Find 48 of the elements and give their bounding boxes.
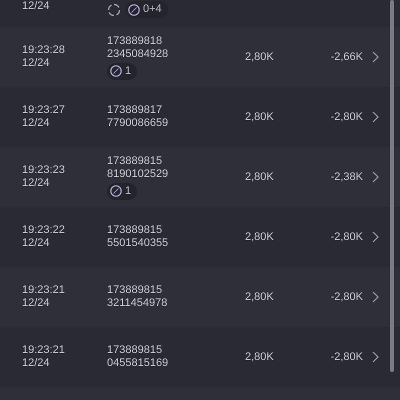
amount-text: 2,80K (245, 230, 275, 245)
order-id-text: 5501540355 (107, 237, 168, 250)
order-id-text: 173889815 (107, 224, 162, 237)
time-text: 19:23:21 (22, 344, 66, 357)
amount-text: 2,80K (245, 170, 275, 185)
chevron-right-icon[interactable] (372, 171, 379, 183)
time-text: 19:23:21 (22, 284, 66, 297)
order-id-text: 0455815169 (107, 357, 168, 370)
order-id-text: 173889815 (107, 154, 162, 168)
order-id-text: 173889815 (107, 284, 162, 297)
order-id-text: 173889818 (107, 34, 162, 48)
amount-text: 2,80K (245, 350, 275, 365)
date-text: 12/24 (22, 177, 51, 190)
chevron-right-icon[interactable] (372, 51, 379, 63)
chevron-right-icon[interactable] (372, 111, 379, 123)
date-text: 12/24 (22, 237, 51, 250)
chevron-right-icon[interactable] (372, 231, 379, 243)
count-badge: 1 (107, 62, 138, 80)
amount-text: 2,80K (245, 50, 275, 65)
date-text: 12/24 (22, 357, 51, 370)
amount-text: 2,80K (245, 290, 275, 305)
pnl-text: -2,80K (330, 290, 363, 305)
pnl-text: -2,80K (330, 350, 363, 365)
pnl-text: -2,38K (330, 170, 363, 185)
count-badge: 1 (107, 182, 138, 200)
time-text: 19:23:22 (22, 224, 66, 237)
chevron-right-icon[interactable] (372, 291, 379, 303)
time-text: 19:23:28 (22, 44, 66, 57)
date-text: 12/24 (22, 117, 51, 130)
scrollbar[interactable] (390, 0, 394, 372)
chevron-right-icon[interactable] (372, 351, 379, 363)
amount-text: 2,80K (245, 110, 275, 125)
count-badge: 0+4 (125, 1, 168, 18)
order-id-text: 7790086659 (107, 117, 168, 130)
pnl-text: -2,66K (330, 50, 363, 65)
order-id-text: 3211454978 (107, 297, 168, 310)
pnl-text: -2,80K (330, 230, 363, 245)
date-text: 12/24 (22, 297, 51, 310)
order-id-text: 173889817 (107, 104, 162, 117)
order-id-text: 2345084928 (107, 48, 168, 60)
order-id-text: 173889815 (107, 344, 162, 357)
time-text: 19:23:23 (22, 164, 66, 177)
date-text: 12/24 (22, 0, 51, 12)
pnl-text: -2,80K (330, 110, 363, 125)
date-text: 12/24 (22, 57, 51, 70)
order-id-text: 8190102529 (107, 168, 168, 180)
time-text: 19:23:27 (22, 104, 66, 117)
sync-icon (107, 2, 121, 16)
